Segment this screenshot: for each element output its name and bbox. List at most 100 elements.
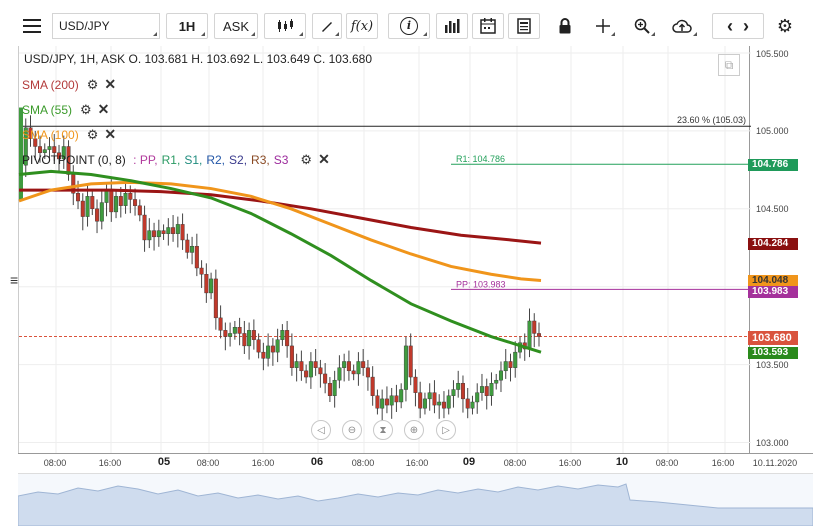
lock-icon <box>559 18 571 34</box>
fit-icon: ⧗ <box>379 424 387 436</box>
lock-button[interactable] <box>550 13 580 39</box>
zoom-button[interactable] <box>626 13 658 39</box>
time-tick: 16:00 <box>558 458 582 468</box>
gear-icon[interactable]: ⚙ <box>80 102 92 118</box>
menu-icon[interactable] <box>16 13 48 39</box>
close-icon[interactable]: ✕ <box>104 76 116 93</box>
candle-body <box>171 227 176 234</box>
pencil-icon <box>322 22 332 32</box>
volume-button[interactable] <box>436 13 468 39</box>
candle-body <box>470 401 475 409</box>
candle-body <box>128 193 133 200</box>
price-tick: 105.500 <box>756 49 789 59</box>
zoom-in-icon: ⊕ <box>409 424 419 436</box>
candle-body <box>437 401 442 406</box>
pivot-items: PP, R1, S1, R2, S2, R3, S3 <box>140 153 293 167</box>
time-tick: 08:00 <box>503 458 527 468</box>
price-tick: 105.000 <box>756 126 789 136</box>
sidebar-handle[interactable]: ≡ <box>10 272 18 290</box>
candle-body <box>456 383 461 390</box>
candle-body <box>237 327 242 334</box>
candle-body <box>289 345 294 368</box>
symbol-selector[interactable]: USD/JPY <box>52 13 160 39</box>
candlestick-icon <box>278 19 293 32</box>
price-tick: 103.500 <box>756 360 789 370</box>
chevron-right-icon[interactable]: › <box>743 16 749 37</box>
candle-body <box>394 395 399 403</box>
calendar-button[interactable] <box>472 13 504 39</box>
indicators-button[interactable]: f(x) <box>346 13 378 39</box>
time-tick: 16:00 <box>405 458 429 468</box>
share-button[interactable] <box>664 13 700 39</box>
candle-body <box>413 376 418 393</box>
pp-label: PP: 103.983 <box>456 279 506 289</box>
legend-sma200: SMA (200) ⚙ ✕ <box>22 76 116 93</box>
settings-button[interactable]: ⚙ <box>772 13 798 39</box>
candle-body <box>389 395 394 406</box>
reset-zoom-button[interactable]: ⧗ <box>373 420 393 440</box>
zoom-in-button[interactable]: ⊕ <box>404 420 424 440</box>
chart-canvas[interactable]: 23.60 % (105.03) R1: 104.786 PP: 103.983 <box>18 46 751 453</box>
news-button[interactable] <box>508 13 540 39</box>
chevron-left-icon[interactable]: ‹ <box>727 16 733 37</box>
pivot-item-label: R1, <box>161 152 181 167</box>
calendar-icon <box>480 18 496 34</box>
candle-body <box>194 245 199 269</box>
gear-icon[interactable]: ⚙ <box>87 77 99 93</box>
candle-body <box>323 373 328 384</box>
close-icon[interactable]: ✕ <box>98 101 110 118</box>
legend-pivotpoint: PIVOTPOINT (0, 8) : PP, R1, S1, R2, S2, R3, S3… <box>22 151 330 168</box>
ohlc-readout: USD/JPY, 1H, ASK O. 103.681 H. 103.692 L… <box>24 52 372 66</box>
candle-body <box>427 392 432 400</box>
candle-body <box>532 320 537 334</box>
gear-icon[interactable]: ⚙ <box>87 127 99 143</box>
candle-body <box>270 345 275 353</box>
candle-body <box>384 398 389 406</box>
pivot-label: PIVOTPOINT (0, 8) <box>22 152 126 167</box>
candle-body <box>166 227 171 234</box>
pivot-item-label: R3, <box>251 152 270 167</box>
candle-body <box>152 230 157 238</box>
scroll-right-button[interactable]: ▷ <box>436 420 456 440</box>
gear-icon[interactable]: ⚙ <box>300 152 312 168</box>
time-axis[interactable]: 08:00 16:00 05 08:00 16:00 06 08:00 16:00 09 08:0… <box>18 453 813 474</box>
navigator-series <box>17 483 813 527</box>
candle-body <box>118 196 123 206</box>
candle-body <box>475 392 480 403</box>
chart-type-button[interactable] <box>264 13 306 39</box>
price-side-label: ASK <box>222 18 249 34</box>
candle-body <box>498 370 503 381</box>
price-tick: 104.500 <box>756 204 789 214</box>
draw-tool-button[interactable] <box>312 13 342 39</box>
fullscreen-button[interactable]: ⧉ <box>718 54 740 76</box>
navigate-buttons: ‹ › <box>712 13 764 39</box>
candle-body <box>247 330 252 347</box>
candle-body <box>361 361 366 368</box>
time-tick: 09 <box>462 456 476 468</box>
close-icon[interactable]: ✕ <box>104 126 116 143</box>
candle-body <box>199 267 204 275</box>
crosshair-button[interactable] <box>588 13 618 39</box>
candle-body <box>85 196 90 217</box>
candle-body <box>123 193 128 206</box>
info-button[interactable]: i <box>388 13 430 39</box>
crosshair-icon <box>596 19 610 33</box>
candle-body <box>513 351 518 368</box>
sma200-label: SMA (200) <box>22 77 79 92</box>
candle-body <box>494 379 499 384</box>
scroll-left-button[interactable]: ◁ <box>311 420 331 440</box>
close-icon[interactable]: ✕ <box>318 151 330 168</box>
candle-body <box>175 224 180 234</box>
navigator-panel[interactable] <box>17 473 813 527</box>
bar-chart-icon <box>445 19 460 33</box>
price-side-selector[interactable]: ASK <box>214 13 258 39</box>
interval-selector[interactable]: 1H <box>166 13 208 39</box>
zoom-out-button[interactable]: ⊖ <box>342 420 362 440</box>
candle-body <box>432 392 437 406</box>
info-icon: i <box>400 17 418 35</box>
candle-body <box>327 383 332 396</box>
candle-body <box>465 398 470 409</box>
time-tick: 08:00 <box>196 458 220 468</box>
candle-body <box>156 230 161 238</box>
sma55-price-badge: 103.593 <box>748 347 798 359</box>
